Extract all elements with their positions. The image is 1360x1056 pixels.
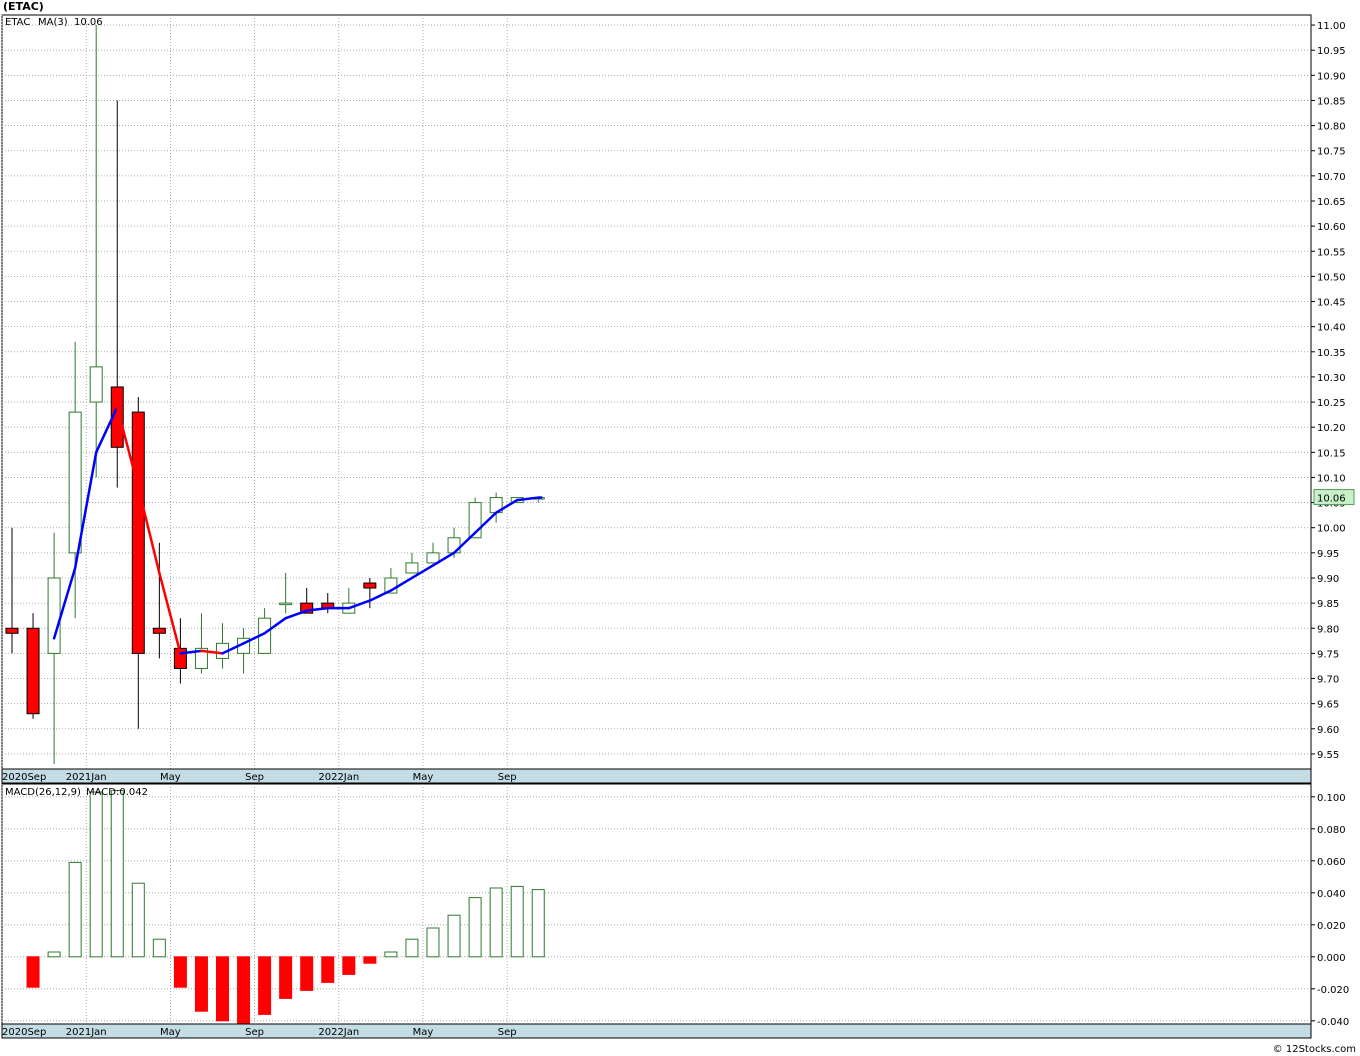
price-tick-label: 10.85 (1317, 96, 1346, 107)
macd-bar (468, 897, 482, 958)
macd-bar (131, 882, 145, 958)
price-tick-label: 10.25 (1317, 398, 1346, 409)
macd-bar (216, 956, 229, 1022)
candle-body (5, 627, 19, 634)
candle-body (47, 577, 61, 654)
copyright-footer: © 12Stocks.com (1272, 1044, 1356, 1055)
macd-bar (279, 956, 293, 999)
macd-bar (531, 889, 545, 958)
macd-bar (237, 956, 251, 1027)
legend-ma: MA(3) (38, 17, 68, 28)
macd-bar (68, 861, 82, 958)
price-tick-label: 10.35 (1317, 348, 1346, 359)
macd-bar (152, 938, 166, 958)
price-tick-label: 10.80 (1317, 122, 1346, 133)
macd-bar (342, 956, 356, 975)
macd-date-label: Sep (245, 1027, 264, 1038)
candle-body (131, 411, 145, 654)
macd-bar (258, 956, 272, 1015)
price-tick-label: 10.45 (1317, 298, 1346, 309)
macd-date-label: 2020Sep (2, 1027, 46, 1038)
price-tick-label: 10.00 (1317, 524, 1346, 535)
candle-body (89, 366, 103, 403)
price-date-label: 2022Jan (318, 772, 359, 783)
macd-bar (47, 951, 61, 958)
macd-tick-label: 0.000 (1317, 953, 1346, 964)
price-tick-label: 9.60 (1317, 725, 1339, 736)
price-tick-label: 9.85 (1317, 599, 1339, 610)
macd-date-label: May (413, 1027, 434, 1038)
price-tick-label: 10.55 (1317, 247, 1346, 258)
macd-legend-value: MACD:0.042 (86, 787, 148, 798)
price-tick-label: 9.80 (1317, 624, 1339, 635)
macd-bar (363, 956, 377, 964)
price-tick-label: 10.50 (1317, 272, 1346, 283)
last-price-label: 10.06 (1317, 494, 1346, 505)
price-tick-label: 10.15 (1317, 448, 1346, 459)
price-tick-label: 10.90 (1317, 71, 1346, 82)
price-tick-label: 10.30 (1317, 373, 1346, 384)
macd-tick-label: 0.060 (1317, 857, 1346, 868)
price-tick-label: 9.55 (1317, 750, 1339, 761)
macd-bar (194, 956, 208, 1012)
macd-tick-label: -0.020 (1317, 985, 1349, 996)
macd-tick-label: 0.040 (1317, 889, 1346, 900)
candle-body (26, 627, 40, 715)
macd-bar (26, 956, 40, 988)
candle-body (426, 552, 440, 564)
price-tick-label: 9.95 (1317, 549, 1339, 560)
candle-body (405, 562, 419, 574)
price-tick-label: 10.75 (1317, 147, 1346, 158)
macd-legend-name: MACD(26,12,9) (5, 787, 81, 798)
macd-date-label: Sep (498, 1027, 517, 1038)
price-tick-label: 10.60 (1317, 222, 1346, 233)
macd-bar (321, 956, 335, 983)
macd-bar (426, 927, 440, 958)
macd-tick-label: -0.040 (1317, 1017, 1349, 1028)
stock-chart: 11.00 10.95 10.90 10.85 10.80 10.75 10.70 10.65… (1, 14, 1355, 1039)
price-tick-label: 9.65 (1317, 700, 1339, 711)
price-tick-label: 10.10 (1317, 473, 1346, 484)
macd-bar (447, 914, 461, 958)
price-date-label: Sep (245, 772, 264, 783)
price-date-axis (1, 768, 1312, 784)
price-date-label: May (160, 772, 181, 783)
price-date-label: Sep (498, 772, 517, 783)
candle-body (152, 627, 166, 634)
macd-date-label: May (160, 1027, 181, 1038)
price-tick-label: 9.70 (1317, 675, 1339, 686)
macd-bar (110, 789, 124, 958)
candle-body (279, 602, 293, 606)
macd-date-axis (1, 1023, 1312, 1039)
legend-ma-value: 10.06 (74, 17, 103, 28)
macd-tick-label: 0.020 (1317, 921, 1346, 932)
macd-bar (300, 956, 314, 991)
price-tick-label: 10.95 (1317, 46, 1346, 57)
macd-bar (89, 791, 103, 958)
macd-bar (510, 885, 524, 958)
macd-date-label: 2022Jan (318, 1027, 359, 1038)
candle-body (447, 537, 461, 554)
macd-bar (405, 938, 419, 958)
legend-symbol: ETAC (5, 17, 30, 28)
price-tick-label: 10.20 (1317, 423, 1346, 434)
price-date-label: 2021Jan (66, 772, 107, 783)
price-tick-label: 9.75 (1317, 649, 1339, 660)
macd-tick-label: 0.080 (1317, 825, 1346, 836)
price-tick-label: 10.65 (1317, 197, 1346, 208)
macd-bar (173, 956, 187, 988)
price-tick-label: 10.70 (1317, 172, 1346, 183)
price-date-label: May (413, 772, 434, 783)
price-tick-label: 11.00 (1317, 21, 1346, 32)
candle-body (363, 582, 377, 589)
price-tick-label: 9.90 (1317, 574, 1339, 585)
macd-bar (489, 887, 503, 958)
macd-tick-label: 0.100 (1317, 793, 1346, 804)
candle (26, 613, 40, 719)
price-date-label: 2020Sep (2, 772, 46, 783)
price-tick-label: 10.40 (1317, 323, 1346, 334)
macd-bar (384, 951, 398, 958)
macd-date-label: 2021Jan (66, 1027, 107, 1038)
candle-body (68, 411, 82, 554)
